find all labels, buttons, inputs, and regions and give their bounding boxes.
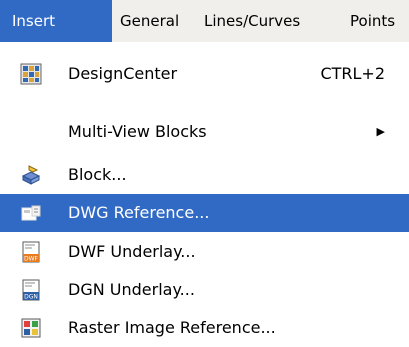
menu-item-dgn-underlay[interactable]: DGN DGN Underlay... (0, 271, 409, 309)
menu-item-dwg-reference[interactable]: DWG Reference... (0, 194, 409, 232)
dwg-reference-icon (21, 205, 41, 221)
menu-lines-curves[interactable]: Lines/Curves (204, 0, 300, 42)
raster-image-icon (21, 318, 41, 338)
design-center-icon (20, 63, 42, 85)
menu-item-shortcut: CTRL+2 (320, 64, 385, 83)
menu-item-block[interactable]: Block... (0, 156, 409, 194)
dwf-underlay-icon: DWF (22, 241, 40, 263)
menu-bar: Insert General Lines/Curves Points (0, 0, 409, 42)
svg-text:DGN: DGN (24, 294, 38, 301)
menu-item-label: DWG Reference... (68, 203, 210, 222)
menu-item-label: Raster Image Reference... (68, 318, 276, 337)
menu-item-label: DGN Underlay... (68, 280, 195, 299)
menu-item-designcenter[interactable]: DesignCenter CTRL+2 (0, 55, 409, 93)
menu-item-label: Block... (68, 165, 127, 184)
submenu-arrow-icon: ▶ (376, 125, 385, 138)
block-icon (21, 165, 41, 185)
svg-text:DWF: DWF (24, 256, 39, 263)
menu-item-label: DWF Underlay... (68, 242, 196, 261)
menu-item-dwf-underlay[interactable]: DWF DWF Underlay... (0, 233, 409, 271)
menu-insert[interactable]: Insert (0, 0, 112, 42)
menu-general[interactable]: General (120, 0, 179, 42)
menu-item-label: DesignCenter (68, 64, 178, 83)
menu-item-raster-image-reference[interactable]: Raster Image Reference... (0, 309, 409, 347)
insert-menu-dropdown: DesignCenter CTRL+2 Multi-View Blocks ▶ … (0, 42, 409, 347)
menu-item-multi-view-blocks[interactable]: Multi-View Blocks ▶ (0, 113, 409, 151)
menu-points[interactable]: Points (350, 0, 395, 42)
dgn-underlay-icon: DGN (22, 279, 40, 301)
menu-item-label: Multi-View Blocks (68, 122, 207, 141)
